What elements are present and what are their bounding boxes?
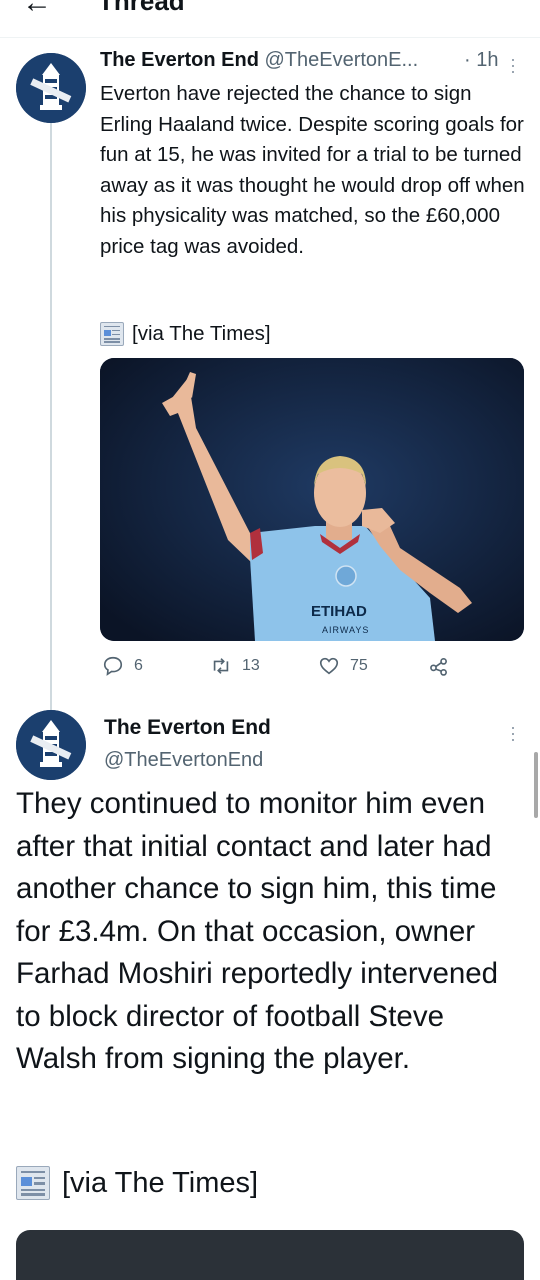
tweet-actions: 6 13 75 [100,655,524,681]
tweet-source-line: [via The Times] [100,322,271,346]
tweet-image[interactable]: ETIHAD AIRWAYS [100,358,524,641]
avatar[interactable] [16,53,86,123]
tweet-text: Everton have rejected the chance to sign… [100,82,525,258]
share-icon [430,658,447,676]
tweet-header: The Everton End @TheEvertonE... · 1h [100,49,520,72]
more-icon[interactable]: · · · [508,718,518,748]
tweet-image[interactable] [16,1230,524,1280]
tweet-text: They continued to monitor him even after… [16,787,499,1075]
back-arrow-icon[interactable]: ← [22,0,52,20]
like-icon [319,657,339,675]
author-handle[interactable]: @TheEvertonE... [264,49,418,71]
reply-icon [103,656,123,676]
newspaper-icon [100,322,124,346]
top-bar: ← Thread [0,0,540,38]
more-icon[interactable]: · · · [508,50,518,80]
thread-connector-line [50,122,52,710]
source-text: [via The Times] [62,1166,259,1199]
like-button[interactable]: 75 [318,655,368,677]
newspaper-icon [16,1166,50,1200]
reply-count: 6 [134,657,143,674]
author-handle[interactable]: @TheEvertonEnd [104,749,263,772]
retweet-button[interactable]: 13 [210,655,260,677]
shirt-sponsor-sub: AIRWAYS [322,625,369,635]
like-count: 75 [350,657,368,674]
author-name[interactable]: The Everton End [100,49,259,71]
page-title: Thread [98,0,185,16]
shirt-sponsor: ETIHAD [311,603,367,620]
share-button[interactable] [428,655,450,677]
tweet-source-line: [via The Times] [16,1166,258,1200]
tweet-time[interactable]: · 1h [464,49,498,72]
retweet-count: 13 [242,657,260,674]
author-name[interactable]: The Everton End [104,716,271,740]
avatar[interactable] [16,710,86,780]
retweet-icon [213,658,229,674]
scrollbar[interactable] [534,752,538,818]
source-text: [via The Times] [132,322,271,345]
reply-button[interactable]: 6 [102,655,143,677]
